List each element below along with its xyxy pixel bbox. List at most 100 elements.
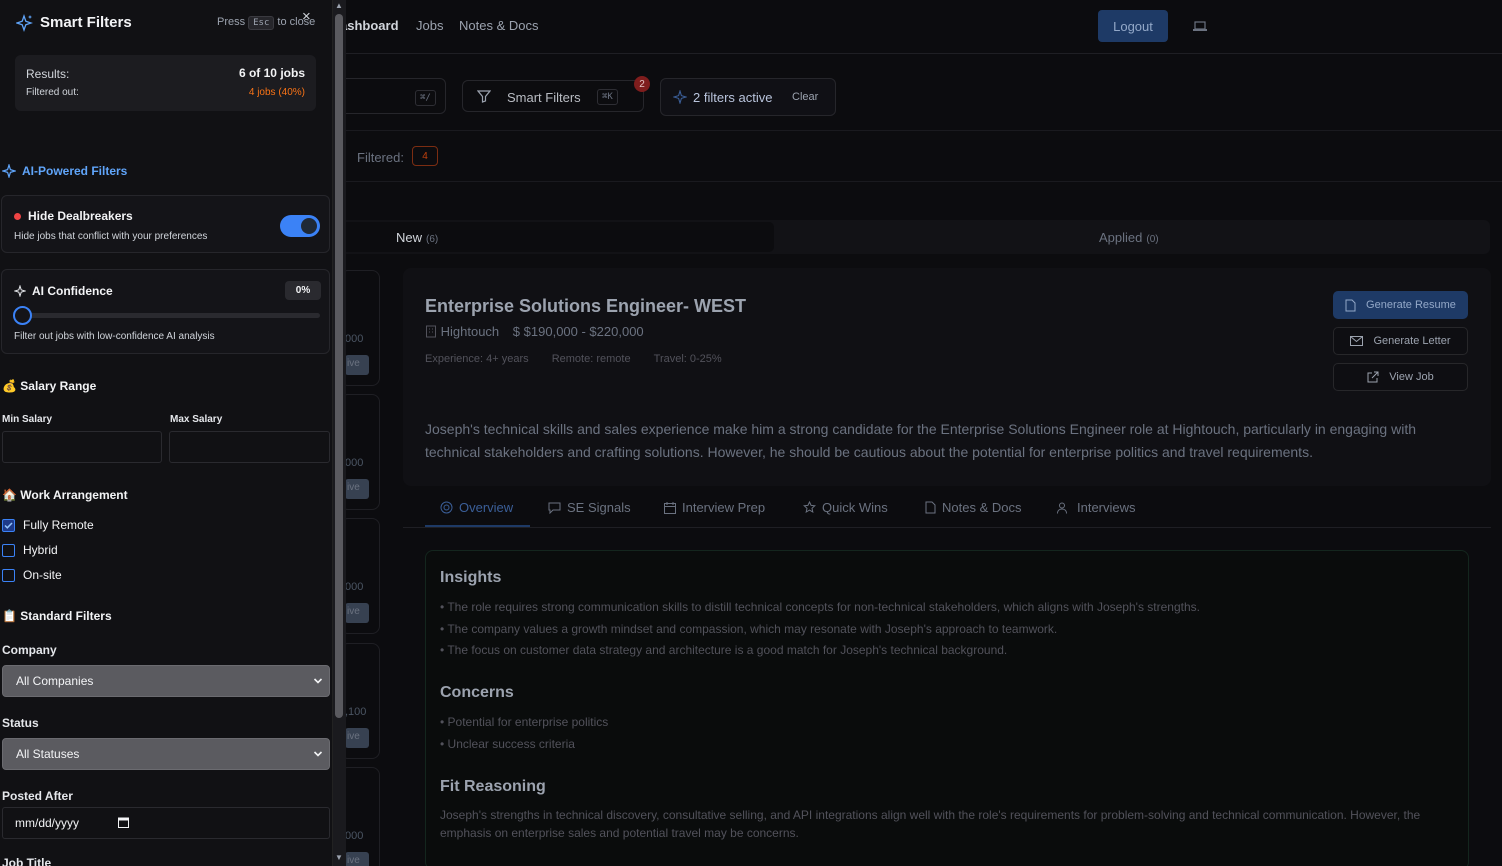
checkbox-box[interactable] xyxy=(2,568,15,582)
tab-new[interactable]: New (6) xyxy=(340,222,774,252)
tab-applied[interactable]: Applied (0) xyxy=(1099,230,1159,245)
concern-item: • Unclear success criteria xyxy=(440,737,575,751)
fit-reasoning-text: Joseph's strengths in technical discover… xyxy=(440,808,1421,840)
job-card-salary: 000 xyxy=(345,830,364,842)
panel-scrollbar[interactable]: ▲ ▼ xyxy=(333,0,346,866)
generate-resume-button[interactable]: Generate Resume xyxy=(1333,291,1468,319)
job-card[interactable]: ,100 ive xyxy=(340,643,380,759)
sparkles-icon xyxy=(673,90,687,104)
tab-interviews-label: Interviews xyxy=(1077,500,1136,515)
scroll-down-arrow-icon[interactable]: ▼ xyxy=(335,853,343,862)
salary-section-title: 💰 Salary Range xyxy=(2,379,97,393)
slider-handle[interactable] xyxy=(13,306,32,325)
job-requirements: Experience: 4+ years Remote: remote Trav… xyxy=(425,353,722,365)
job-card-salary: 000 xyxy=(345,581,364,593)
nav-dashboard[interactable]: ashboard xyxy=(340,18,399,33)
ai-confidence-card: AI Confidence 0% Filter out jobs with lo… xyxy=(1,269,330,354)
status-dot xyxy=(14,213,21,220)
logout-button[interactable]: Logout xyxy=(1098,10,1168,42)
tab-quick-wins-label: Quick Wins xyxy=(822,500,888,515)
active-filters-pill: 2 filters active Clear xyxy=(660,78,836,116)
job-travel: Travel: 0-25% xyxy=(653,353,722,365)
date-placeholder: mm/dd/yyyy xyxy=(15,816,80,830)
job-meta: Hightouch $ $190,000 - $220,000 xyxy=(425,324,644,339)
generate-resume-label: Generate Resume xyxy=(1366,299,1456,311)
on-site-label: On-site xyxy=(23,568,62,582)
search-shortcut: ⌘/ xyxy=(415,90,436,106)
tab-applied-count: (0) xyxy=(1146,234,1159,245)
hide-dealbreakers-toggle[interactable] xyxy=(280,215,320,237)
filter-summary-row xyxy=(340,130,1502,182)
job-card[interactable]: 000 ive xyxy=(340,767,380,866)
ai-filters-section-title: AI-Powered Filters xyxy=(22,164,128,178)
tab-interview-prep[interactable]: Interview Prep xyxy=(664,500,765,515)
building-icon xyxy=(426,325,436,338)
status-label: Status xyxy=(2,716,39,730)
filters-active-label: 2 filters active xyxy=(693,90,773,105)
posted-after-label: Posted After xyxy=(2,789,73,803)
fully-remote-checkbox[interactable]: Fully Remote xyxy=(2,518,94,532)
star-icon xyxy=(803,501,816,513)
smart-filters-count-badge: 2 xyxy=(634,76,650,92)
dollar-icon: $ xyxy=(512,324,521,339)
generate-letter-label: Generate Letter xyxy=(1373,335,1451,347)
tab-new-count: (6) xyxy=(426,234,439,245)
concerns-title: Concerns xyxy=(440,684,514,701)
job-card-chip: ive xyxy=(345,728,369,748)
tab-new-label: New xyxy=(396,230,423,245)
scroll-up-arrow-icon[interactable]: ▲ xyxy=(335,1,343,10)
esc-key: Esc xyxy=(248,16,275,30)
calendar-icon[interactable] xyxy=(118,817,129,828)
ai-confidence-desc: Filter out jobs with low-confidence AI a… xyxy=(14,331,215,342)
status-select-value: All Statuses xyxy=(16,747,80,761)
tab-quick-wins[interactable]: Quick Wins xyxy=(803,500,888,515)
min-salary-input[interactable] xyxy=(2,431,162,463)
filtered-out-value: 4 jobs (40%) xyxy=(248,87,305,98)
job-card[interactable]: 000 ive xyxy=(340,270,380,386)
fully-remote-label: Fully Remote xyxy=(23,518,94,532)
nav-notes-docs[interactable]: Notes & Docs xyxy=(459,18,538,33)
tab-se-signals-label: SE Signals xyxy=(567,500,631,515)
filtered-count-badge: 4 xyxy=(412,146,438,166)
checkbox-box[interactable] xyxy=(2,543,15,557)
tab-overview[interactable]: Overview xyxy=(440,500,513,515)
laptop-icon[interactable] xyxy=(1193,18,1207,34)
tab-notes-docs-label: Notes & Docs xyxy=(942,500,1022,515)
job-card-chip: ive xyxy=(345,479,369,499)
tab-interviews[interactable]: Interviews xyxy=(1057,500,1136,515)
max-salary-label: Max Salary xyxy=(170,414,223,425)
insight-item: • The role requires strong communication… xyxy=(440,600,1200,614)
smart-filters-panel: Smart Filters Press Esc to close × Results… xyxy=(0,0,333,866)
generate-letter-button[interactable]: Generate Letter xyxy=(1333,327,1468,355)
job-card[interactable]: 000 ive xyxy=(340,394,380,510)
checkbox-box[interactable] xyxy=(2,518,15,532)
view-job-button[interactable]: View Job xyxy=(1333,363,1468,391)
job-card-chip: ive xyxy=(345,355,369,375)
posted-after-date-input[interactable]: mm/dd/yyyy xyxy=(2,807,330,839)
search-input[interactable]: ⌘/ xyxy=(340,78,446,114)
tab-notes-docs[interactable]: Notes & Docs xyxy=(925,500,1021,515)
status-select[interactable]: All Statuses xyxy=(2,738,330,770)
job-card-salary: 000 xyxy=(345,457,364,469)
close-icon[interactable]: × xyxy=(302,8,311,25)
insight-item: • The focus on customer data strategy an… xyxy=(440,643,1008,657)
company-select[interactable]: All Companies xyxy=(2,665,330,697)
scrollbar-thumb[interactable] xyxy=(335,14,343,718)
max-salary-input[interactable] xyxy=(169,431,330,463)
nav-jobs[interactable]: Jobs xyxy=(416,18,443,33)
ai-confidence-slider[interactable] xyxy=(15,313,320,318)
tab-applied-label: Applied xyxy=(1099,230,1143,245)
on-site-checkbox[interactable]: On-site xyxy=(2,568,62,582)
hybrid-checkbox[interactable]: Hybrid xyxy=(2,543,58,557)
job-card-salary: 000 xyxy=(345,333,364,345)
external-link-icon xyxy=(1367,371,1379,383)
smart-filters-button[interactable]: Smart Filters ⌘K xyxy=(462,80,644,112)
results-summary: Results: 6 of 10 jobs Filtered out: 4 jo… xyxy=(15,55,316,111)
clear-filters-button[interactable]: Clear xyxy=(792,91,818,103)
esc-hint-prefix: Press xyxy=(217,16,246,28)
tab-se-signals[interactable]: SE Signals xyxy=(548,500,631,515)
job-card[interactable]: 000 ive xyxy=(340,518,380,634)
job-salary: $190,000 - $220,000 xyxy=(523,324,644,339)
job-title: Enterprise Solutions Engineer- WEST xyxy=(425,296,747,316)
concern-item: • Potential for enterprise politics xyxy=(440,715,609,729)
